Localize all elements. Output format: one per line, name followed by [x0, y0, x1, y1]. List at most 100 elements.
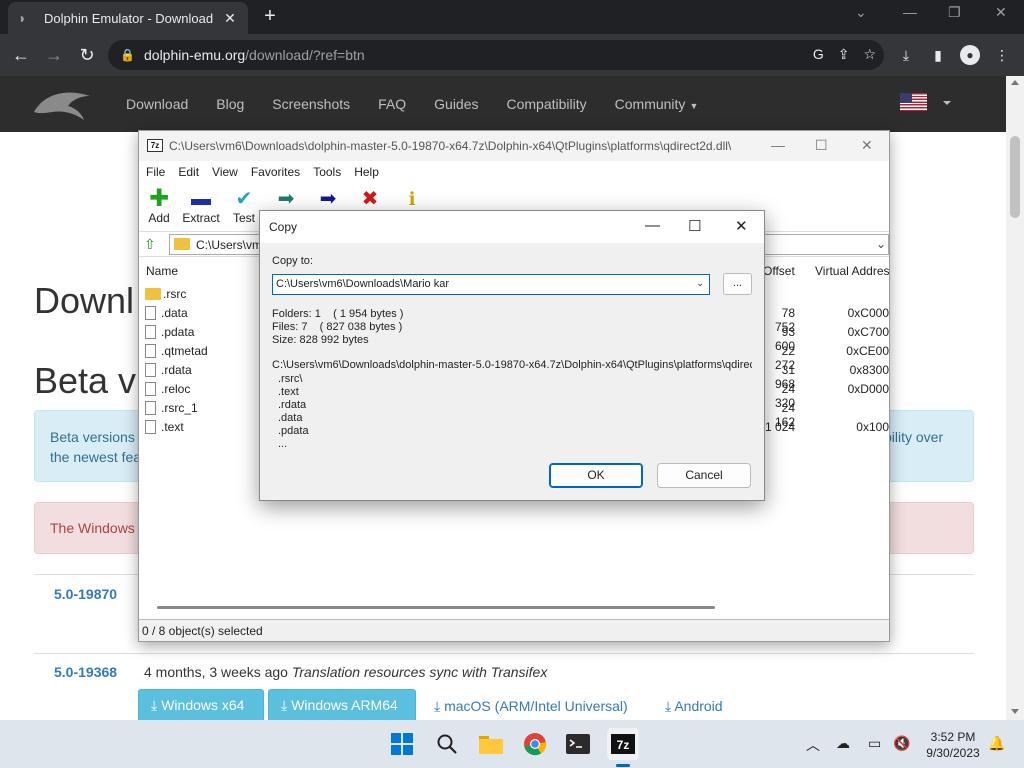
- lock-icon[interactable]: 🔒: [120, 48, 135, 62]
- extract-label: Extract: [182, 211, 220, 225]
- nav-download[interactable]: Download: [126, 96, 188, 112]
- files-info: Files: 7 ( 827 038 bytes ): [272, 321, 403, 333]
- us-flag-icon[interactable]: [900, 93, 927, 111]
- list-item[interactable]: .pdata: [145, 322, 194, 341]
- more-menu-icon[interactable]: ⋮: [992, 45, 1012, 65]
- profile-avatar-icon[interactable]: ●: [960, 45, 980, 65]
- column-virtual-address[interactable]: Virtual Addres: [815, 264, 889, 278]
- chevron-down-icon[interactable]: ⌄: [876, 237, 886, 251]
- google-lens-icon[interactable]: G: [813, 46, 824, 63]
- version-link-2[interactable]: 5.0-19368: [54, 664, 117, 680]
- chevron-up-icon[interactable]: ︿: [806, 735, 820, 755]
- menu-view[interactable]: View: [212, 165, 238, 179]
- minimize-icon[interactable]: —: [903, 4, 917, 20]
- list-item[interactable]: .qtmetad: [145, 341, 208, 360]
- menu-file[interactable]: File: [146, 165, 165, 179]
- menu-edit[interactable]: Edit: [178, 165, 199, 179]
- forward-icon[interactable]: →: [43, 44, 65, 66]
- nav-guides[interactable]: Guides: [434, 96, 478, 112]
- menu-favorites[interactable]: Favorites: [251, 165, 300, 179]
- list-item: .pdata: [278, 425, 309, 437]
- address-bar[interactable]: 🔒 dolphin-emu.org /download/?ref=btn G ⇪…: [108, 40, 884, 70]
- test-check-icon: ✔: [235, 188, 253, 210]
- move-button[interactable]: ➡: [315, 187, 341, 211]
- menu-tools[interactable]: Tools: [313, 165, 341, 179]
- tab-strip: ◗ Dolphin Emulator - Download ✕ + ⌄ — ❐ …: [0, 0, 1024, 34]
- nav-faq[interactable]: FAQ: [378, 96, 406, 112]
- bookmark-star-icon[interactable]: ☆: [863, 46, 876, 63]
- close-icon[interactable]: ✕: [861, 137, 873, 154]
- nav-community[interactable]: Community ▼: [615, 96, 699, 112]
- scroll-down-icon[interactable]: [1011, 709, 1019, 714]
- menu-help[interactable]: Help: [354, 165, 379, 179]
- column-offset[interactable]: Offset: [763, 264, 795, 278]
- new-tab-button[interactable]: +: [260, 6, 280, 26]
- scroll-up-icon[interactable]: [1011, 80, 1019, 85]
- maximize-icon[interactable]: ☐: [815, 137, 828, 154]
- sevenzip-taskbar-icon[interactable]: 7z: [607, 728, 639, 760]
- source-path: C:\Users\vm6\Downloads\dolphin-master-5.…: [272, 359, 752, 371]
- file-explorer-icon[interactable]: [475, 728, 507, 760]
- windows-x64-button[interactable]: ⤓ Windows x64: [138, 689, 264, 720]
- list-item[interactable]: .reloc: [145, 379, 190, 398]
- chevron-down-icon[interactable]: ⌄: [696, 278, 704, 289]
- chrome-icon[interactable]: [519, 728, 551, 760]
- cancel-button[interactable]: Cancel: [657, 463, 751, 488]
- notification-bell-icon[interactable]: 🔔: [988, 735, 1005, 752]
- back-icon[interactable]: ←: [10, 44, 32, 66]
- scroll-thumb[interactable]: [1010, 136, 1020, 218]
- folder-up-icon[interactable]: ⇧: [144, 236, 160, 252]
- list-item[interactable]: .rsrc_1: [145, 398, 198, 417]
- list-item[interactable]: .data: [145, 303, 188, 322]
- close-icon[interactable]: ✕: [735, 217, 748, 235]
- divider: [34, 653, 974, 654]
- restore-icon[interactable]: ❐: [948, 4, 961, 21]
- start-windows-icon[interactable]: [386, 728, 418, 760]
- copy-arrow-icon: ➡: [277, 188, 295, 210]
- macos-download-link[interactable]: ⤓ macOS (ARM/Intel Universal): [434, 698, 628, 715]
- network-icon[interactable]: ▭: [868, 735, 881, 752]
- add-button[interactable]: ✚ Add: [145, 187, 173, 226]
- minimize-icon[interactable]: —: [645, 217, 660, 234]
- nav-blog[interactable]: Blog: [216, 96, 244, 112]
- page-scrollbar[interactable]: [1006, 76, 1024, 720]
- column-name[interactable]: Name: [146, 264, 178, 278]
- test-button[interactable]: ✔ Test: [231, 187, 257, 225]
- maximize-icon[interactable]: ☐: [688, 217, 701, 235]
- minimize-icon[interactable]: —: [771, 137, 785, 153]
- close-window-icon[interactable]: ✕: [995, 4, 1007, 21]
- reload-icon[interactable]: ↻: [76, 44, 98, 66]
- site-nav-links: Download Blog Screenshots FAQ Guides Com…: [126, 76, 726, 132]
- ok-button[interactable]: OK: [549, 463, 643, 488]
- browser-tab[interactable]: ◗ Dolphin Emulator - Download ✕: [8, 2, 248, 34]
- side-panel-icon[interactable]: ▮: [928, 45, 948, 65]
- dolphin-logo-icon[interactable]: [32, 86, 94, 122]
- browse-button[interactable]: ...: [723, 273, 752, 295]
- version-link-1[interactable]: 5.0-19870: [54, 586, 117, 602]
- list-item[interactable]: .text: [145, 417, 184, 436]
- nav-screenshots[interactable]: Screenshots: [272, 96, 350, 112]
- android-download-link[interactable]: ⤓ Android: [665, 698, 723, 715]
- chevron-down-icon[interactable]: ⌄: [855, 4, 867, 21]
- system-clock[interactable]: 3:52 PM 9/30/2023: [918, 729, 988, 761]
- share-icon[interactable]: ⇪: [838, 46, 850, 63]
- info-button[interactable]: ℹ: [399, 187, 425, 211]
- language-caret-icon[interactable]: [943, 101, 951, 105]
- cloud-icon[interactable]: ☁: [836, 735, 850, 752]
- destination-combo[interactable]: C:\Users\vm6\Downloads\Mario kar ⌄: [272, 274, 710, 295]
- nav-compatibility[interactable]: Compatibility: [507, 96, 587, 112]
- volume-muted-icon[interactable]: 🔇: [893, 735, 910, 752]
- delete-button[interactable]: ✖: [357, 187, 383, 211]
- extract-button[interactable]: ▬ Extract: [181, 187, 221, 225]
- download-icon[interactable]: ⤓: [896, 45, 916, 65]
- add-label: Add: [148, 211, 170, 225]
- close-tab-icon[interactable]: ✕: [222, 10, 238, 27]
- copy-button[interactable]: ➡: [273, 187, 299, 211]
- windows-x64-label: Windows x64: [161, 697, 245, 713]
- list-item[interactable]: .rdata: [145, 360, 192, 379]
- search-icon[interactable]: [431, 728, 463, 760]
- windows-arm64-button[interactable]: ⤓ Windows ARM64: [268, 689, 416, 720]
- terminal-icon[interactable]: [562, 728, 594, 760]
- horizontal-scrollbar[interactable]: [157, 606, 715, 609]
- list-item[interactable]: .rsrc: [145, 284, 186, 303]
